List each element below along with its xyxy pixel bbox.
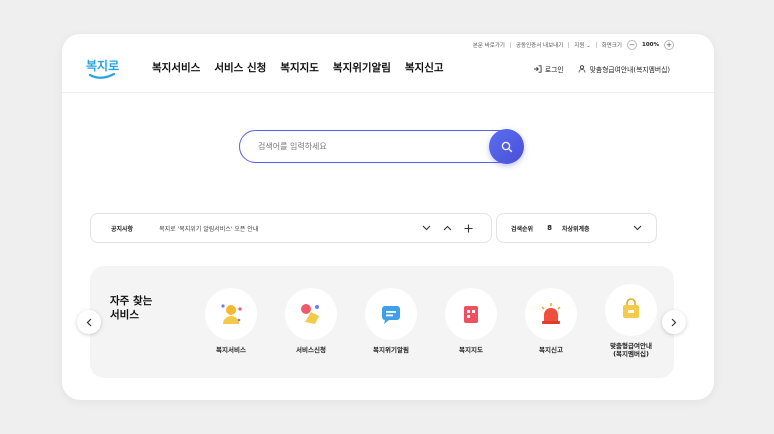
skip-to-content-link[interactable]: 본문 바로가기	[473, 41, 505, 49]
ranking-keyword[interactable]: 차상위계층	[562, 224, 633, 233]
service-label: 복지지도	[459, 346, 483, 354]
chevron-right-icon	[671, 318, 677, 326]
building-icon	[445, 288, 497, 340]
service-item-crisis-alert[interactable]: 복지위기알림	[356, 288, 426, 354]
header-actions: 로그인 맞춤형급여안내(복지멤버십)	[533, 64, 670, 74]
logo-text: 복지로	[86, 58, 119, 73]
search-input[interactable]	[258, 142, 478, 151]
page-card: 본문 바로가기 공동인증서 내보내기 지원 ⌄ 화면크기 − 100% + 복지…	[62, 34, 714, 400]
hand-icon	[285, 288, 337, 340]
membership-label: 맞춤형급여안내(복지멤버십)	[589, 66, 670, 74]
login-button[interactable]: 로그인	[533, 64, 564, 74]
chat-icon	[365, 288, 417, 340]
service-item-apply[interactable]: 서비스신청	[276, 288, 346, 354]
divider	[509, 42, 511, 48]
title-line-2: 서비스	[110, 309, 139, 321]
zoom-in-button[interactable]: +	[664, 40, 674, 50]
login-icon	[533, 65, 542, 73]
notice-controls	[422, 224, 473, 233]
service-item-membership[interactable]: 맞춤형급여안내 (복지멤버십)	[596, 284, 666, 358]
chevron-up-icon[interactable]	[443, 225, 452, 231]
logo[interactable]: 복지로	[84, 56, 122, 82]
service-label: 복지신고	[539, 346, 563, 354]
carousel-prev-button[interactable]	[77, 310, 101, 334]
main-nav: 복지서비스 서비스 신청 복지지도 복지위기알림 복지신고	[152, 60, 444, 75]
ranking-number: 8	[547, 224, 552, 232]
search-bar	[239, 130, 523, 163]
notice-bar: 공지사항 복지로 '복지위기 알림서비스' 오픈 안내	[90, 213, 492, 243]
service-item-welfare[interactable]: 복지서비스	[196, 288, 266, 354]
person-icon	[205, 288, 257, 340]
carousel-next-button[interactable]	[662, 310, 686, 334]
plus-icon[interactable]	[464, 224, 473, 233]
siren-icon	[525, 288, 577, 340]
chevron-left-icon	[86, 318, 92, 326]
service-item-report[interactable]: 복지신고	[516, 288, 586, 354]
search-button[interactable]	[489, 129, 524, 164]
utility-bar: 본문 바로가기 공동인증서 내보내기 지원 ⌄ 화면크기 − 100% +	[473, 40, 674, 50]
zoom-label: 화면크기	[601, 43, 622, 49]
support-dropdown[interactable]: 지원 ⌄	[574, 41, 590, 49]
service-item-map[interactable]: 복지지도	[436, 288, 506, 354]
search-icon	[501, 141, 512, 152]
nav-item-welfare-report[interactable]: 복지신고	[405, 60, 444, 75]
search-ranking[interactable]: 검색순위 8 차상위계층	[496, 213, 657, 243]
nav-item-welfare-map[interactable]: 복지지도	[280, 60, 319, 75]
login-label: 로그인	[544, 66, 564, 74]
frequent-services: 자주 찾는 서비스 복지서비스 서비스신청 복지위기알림 복지지도 복지신고 맞…	[90, 266, 674, 378]
title-line-1: 자주 찾는	[110, 295, 153, 307]
header-divider	[62, 92, 714, 93]
divider	[595, 42, 597, 48]
service-label: 복지서비스	[216, 346, 246, 354]
chevron-down-icon: ⌄	[586, 43, 591, 49]
ranking-label: 검색순위	[511, 225, 534, 233]
service-label: 복지위기알림	[373, 346, 409, 354]
chevron-down-icon[interactable]	[633, 225, 642, 231]
support-label: 지원	[574, 43, 585, 49]
cert-export-link[interactable]: 공동인증서 내보내기	[516, 41, 563, 49]
membership-button[interactable]: 맞춤형급여안내(복지멤버십)	[578, 64, 670, 74]
divider	[568, 42, 570, 48]
zoom-out-button[interactable]: −	[627, 40, 637, 50]
user-icon	[578, 65, 586, 73]
notice-text[interactable]: 복지로 '복지위기 알림서비스' 오픈 안내	[159, 224, 422, 233]
nav-item-crisis-alert[interactable]: 복지위기알림	[333, 60, 391, 75]
zoom-value: 100%	[642, 42, 659, 48]
nav-item-service-apply[interactable]: 서비스 신청	[214, 60, 266, 75]
frequent-services-title: 자주 찾는 서비스	[110, 294, 152, 322]
service-label: 맞춤형급여안내 (복지멤버십)	[610, 342, 652, 358]
bag-icon	[605, 284, 657, 336]
nav-item-welfare-services[interactable]: 복지서비스	[152, 60, 200, 75]
service-label: 서비스신청	[296, 346, 326, 354]
notice-label: 공지사항	[111, 225, 134, 233]
chevron-down-icon[interactable]	[422, 225, 431, 231]
